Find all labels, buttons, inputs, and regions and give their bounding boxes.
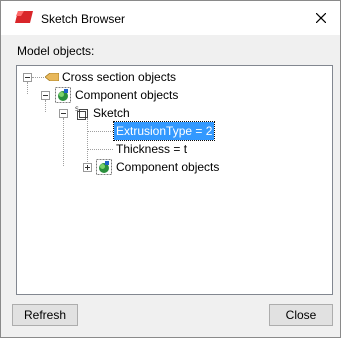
cross-section-icon	[45, 73, 59, 81]
tree-item-cross-section[interactable]: Cross section objects	[23, 68, 223, 86]
collapse-icon[interactable]	[41, 91, 50, 100]
tree-item-child-component-objects[interactable]: Component objects	[83, 158, 283, 176]
tree-connector	[87, 131, 113, 133]
tree-connector	[87, 149, 113, 151]
tree-item-label: Component objects	[75, 88, 179, 102]
refresh-button[interactable]: Refresh	[12, 304, 78, 326]
collapse-icon[interactable]	[59, 109, 68, 118]
tree-connector	[63, 118, 65, 166]
window-title: Sketch Browser	[41, 12, 126, 26]
tree-connector	[32, 77, 44, 79]
tree-connector	[45, 100, 47, 112]
collapse-icon[interactable]	[23, 73, 32, 82]
close-button[interactable]: Close	[269, 304, 333, 326]
tree-item-label: Cross section objects	[62, 70, 177, 84]
tree-item-label: Thickness = t	[116, 142, 188, 156]
tree-item-label: ExtrusionType = 2	[112, 121, 216, 141]
model-objects-label: Model objects:	[17, 44, 95, 58]
tree-item-sketch[interactable]: S Sketch	[59, 104, 259, 122]
tree-item-extrusion-type[interactable]: ExtrusionType = 2	[112, 121, 234, 141]
title-bar: Sketch Browser	[1, 1, 340, 35]
model-objects-tree[interactable]: Cross section objects Component objects …	[16, 65, 333, 295]
sketch-app-icon	[15, 11, 33, 23]
tree-connector	[27, 82, 29, 94]
tree-item-label: Component objects	[116, 160, 220, 174]
tree-item-thickness[interactable]: Thickness = t	[114, 140, 234, 158]
tree-item-label: Sketch	[93, 106, 130, 120]
component-icon	[55, 87, 71, 103]
sketch-browser-window: Sketch Browser Model objects: Cross sect…	[0, 0, 341, 338]
close-icon[interactable]	[308, 7, 334, 29]
tree-item-component-objects[interactable]: Component objects	[41, 86, 241, 104]
expand-icon[interactable]	[83, 163, 92, 172]
component-icon	[96, 159, 112, 175]
